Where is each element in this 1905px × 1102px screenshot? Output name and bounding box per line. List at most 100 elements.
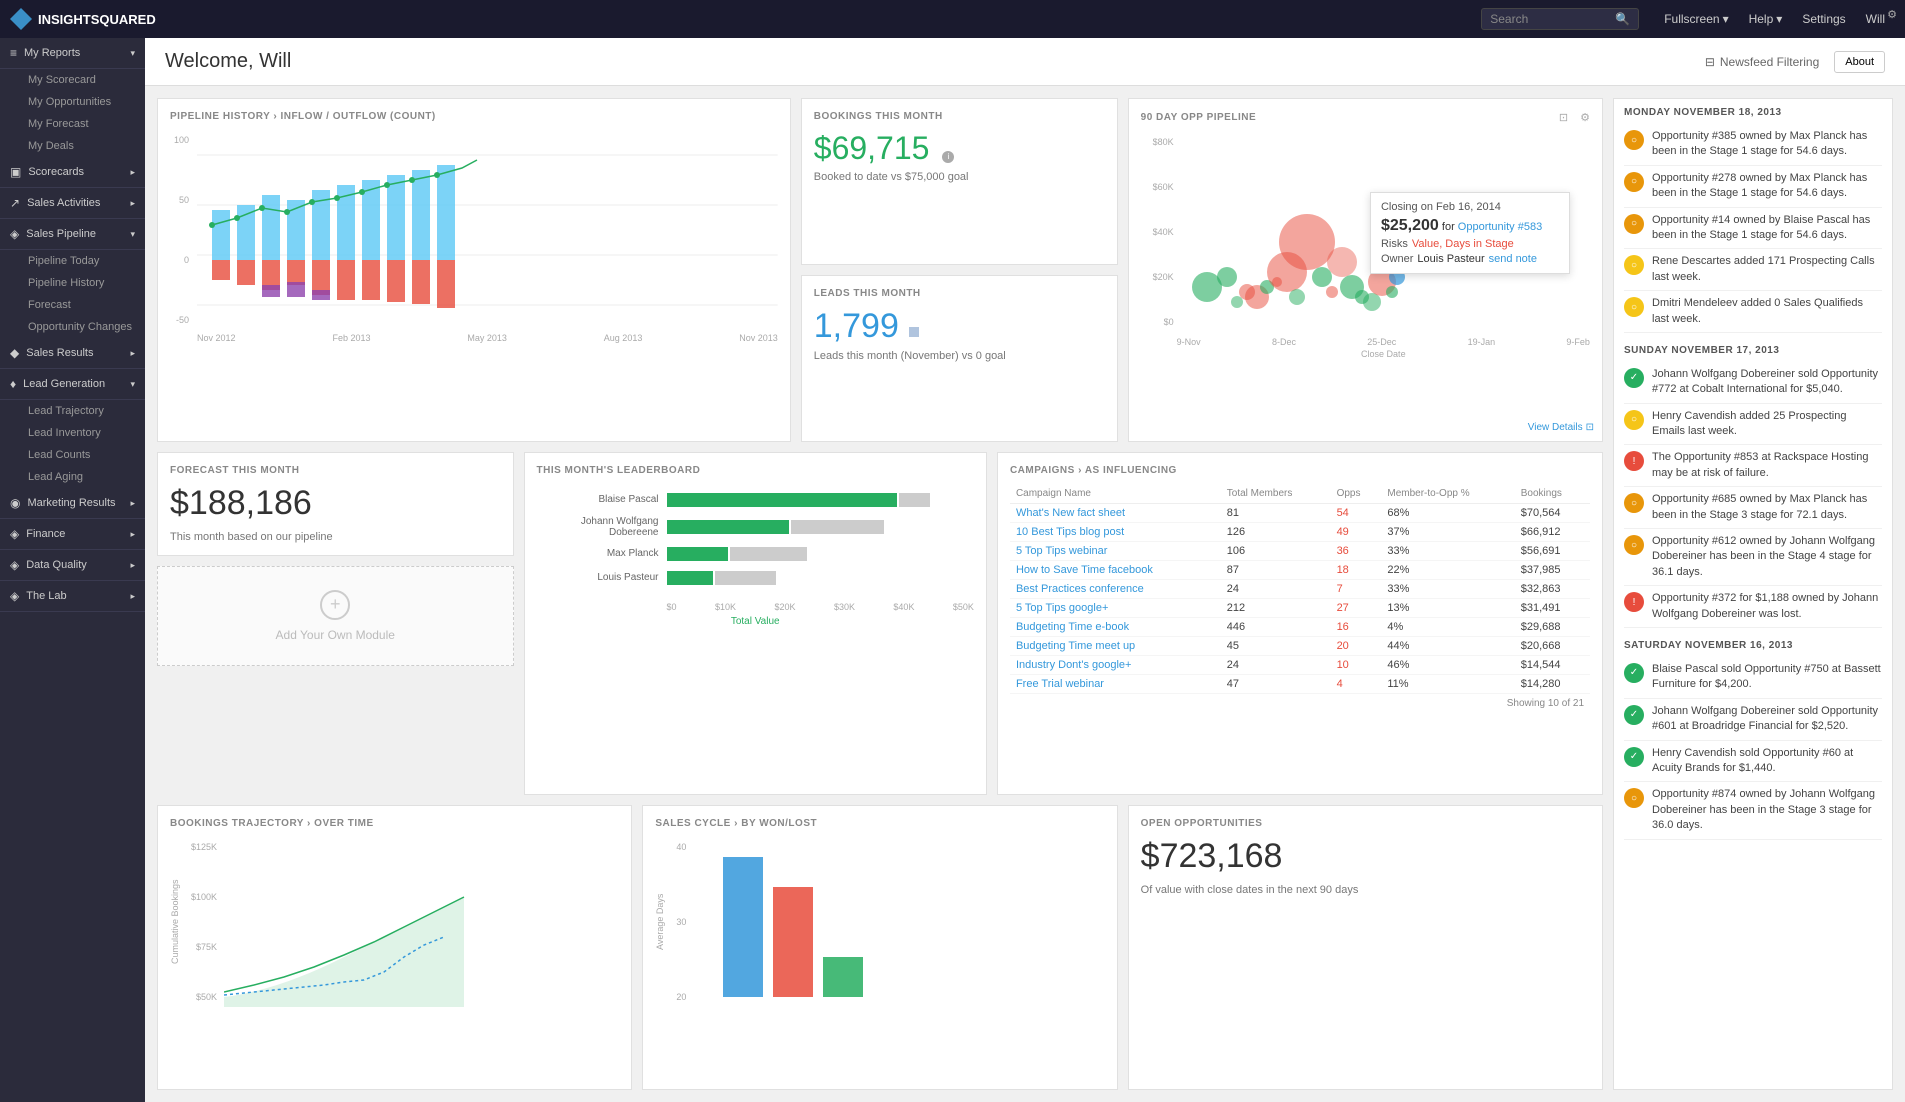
sidebar-item-lead-inventory[interactable]: Lead Inventory: [8, 422, 145, 444]
bookings-info-icon[interactable]: i: [942, 151, 954, 163]
lb-x-50k: $50K: [953, 602, 974, 612]
campaign-bookings-cell: $37,985: [1515, 560, 1590, 579]
sidebar-item-my-forecast[interactable]: My Forecast: [8, 113, 145, 135]
campaign-name-cell[interactable]: What's New fact sheet: [1010, 503, 1221, 522]
lead-generation-icon: ♦: [10, 377, 16, 391]
sidebar-sales-pipeline-header[interactable]: ◈ Sales Pipeline ▾: [0, 219, 145, 250]
newsfeed-dot: !: [1624, 451, 1644, 471]
campaign-opps-cell[interactable]: 7: [1331, 579, 1382, 598]
newsfeed-day-label: SATURDAY NOVEMBER 16, 2013: [1624, 640, 1882, 651]
campaign-name-cell[interactable]: How to Save Time facebook: [1010, 560, 1221, 579]
expand-icon[interactable]: ⊡: [1559, 111, 1568, 124]
bookings-amount: $69,715 i: [814, 130, 1105, 167]
campaign-pct-cell: 68%: [1381, 503, 1514, 522]
sidebar-sales-activities-header[interactable]: ↗ Sales Activities ▸: [0, 188, 145, 219]
add-module-card[interactable]: ⚙ + Add Your Own Module: [157, 566, 514, 666]
newsfeed-text: The Opportunity #853 at Rackspace Hostin…: [1652, 450, 1882, 481]
welcome-heading: Welcome, Will: [165, 50, 291, 73]
newsfeed-dot: ✓: [1624, 705, 1644, 725]
sidebar-data-quality-header[interactable]: ◈ Data Quality ▸: [0, 550, 145, 581]
gear-icon[interactable]: ⚙: [1580, 111, 1590, 124]
about-button[interactable]: About: [1834, 51, 1885, 73]
logo-text: INSIGHTSQUARED: [38, 12, 156, 27]
campaign-opps-cell[interactable]: 18: [1331, 560, 1382, 579]
sidebar-item-lead-aging[interactable]: Lead Aging: [8, 466, 145, 488]
tooltip-opportunity-link[interactable]: Opportunity #583: [1458, 221, 1542, 233]
campaign-name-cell[interactable]: Budgeting Time e-book: [1010, 617, 1221, 636]
campaign-name-cell[interactable]: Best Practices conference: [1010, 579, 1221, 598]
lb-x-20k: $20K: [774, 602, 795, 612]
sidebar-item-lead-counts[interactable]: Lead Counts: [8, 444, 145, 466]
tooltip-owner-row: Owner Louis Pasteur send note: [1381, 253, 1559, 265]
x-label-9feb: 9-Feb: [1566, 337, 1590, 347]
open-opps-card: OPEN OPPORTUNITIES $723,168 Of value wit…: [1128, 805, 1603, 1090]
search-input[interactable]: [1490, 12, 1610, 26]
x-label-feb2013: Feb 2013: [332, 333, 370, 343]
campaign-opps-cell[interactable]: 10: [1331, 655, 1382, 674]
campaign-opps-cell[interactable]: 16: [1331, 617, 1382, 636]
campaign-opps-cell[interactable]: 49: [1331, 522, 1382, 541]
campaign-name-cell[interactable]: 5 Top Tips google+: [1010, 598, 1221, 617]
newsfeed-item: ! The Opportunity #853 at Rackspace Hosti…: [1624, 445, 1882, 487]
sidebar-section-my-reports: ≡ My Reports ▾ My Scorecard My Opportuni…: [0, 38, 145, 157]
sidebar-lead-generation-header[interactable]: ♦ Lead Generation ▾: [0, 369, 145, 400]
pipeline-history-title: PIPELINE HISTORY › INFLOW / OUTFLOW (COU…: [170, 111, 778, 122]
campaign-name-cell[interactable]: Industry Dont's google+: [1010, 655, 1221, 674]
sidebar-section-lead-generation: ♦ Lead Generation ▾ Lead Trajectory Lead…: [0, 369, 145, 488]
sidebar-item-opportunity-changes[interactable]: Opportunity Changes: [8, 316, 145, 338]
campaign-opps-cell[interactable]: 20: [1331, 636, 1382, 655]
bookings-trajectory-card: BOOKINGS TRAJECTORY › OVER TIME Cumulati…: [157, 805, 632, 1090]
campaign-opps-cell[interactable]: 4: [1331, 674, 1382, 693]
sidebar-item-my-deals[interactable]: My Deals: [8, 135, 145, 157]
sidebar-marketing-results-header[interactable]: ◉ Marketing Results ▸: [0, 488, 145, 519]
campaign-name-cell[interactable]: 5 Top Tips webinar: [1010, 541, 1221, 560]
x-label-25dec: 25-Dec: [1367, 337, 1396, 347]
sidebar-finance-header[interactable]: ◈ Finance ▸: [0, 519, 145, 550]
sidebar-item-lead-trajectory[interactable]: Lead Trajectory: [8, 400, 145, 422]
campaign-name-cell[interactable]: 10 Best Tips blog post: [1010, 522, 1221, 541]
sidebar-my-reports-header[interactable]: ≡ My Reports ▾: [0, 38, 145, 69]
search-box[interactable]: 🔍: [1481, 8, 1639, 30]
tooltip-owner-name: Louis Pasteur: [1417, 253, 1484, 265]
campaign-pct-cell: 22%: [1381, 560, 1514, 579]
sidebar-section-the-lab: ◈ The Lab ▸: [0, 581, 145, 612]
newsfeed-label: Newsfeed Filtering: [1720, 55, 1819, 69]
chevron-down-icon2: ▾: [130, 229, 135, 240]
help-button[interactable]: Help ▾: [1739, 8, 1793, 30]
campaigns-header-row: Campaign Name Total Members Opps Member-…: [1010, 484, 1590, 504]
newsfeed-filter-button[interactable]: ⊟ Newsfeed Filtering: [1705, 55, 1819, 69]
lb-name-louis: Louis Pasteur: [537, 572, 667, 583]
newsfeed-item: !Opportunity #372 for $1,188 owned by Jo…: [1624, 586, 1882, 628]
campaign-name-cell[interactable]: Free Trial webinar: [1010, 674, 1221, 693]
fullscreen-button[interactable]: Fullscreen ▾: [1654, 8, 1738, 30]
sidebar-section-scorecards: ▣ Scorecards ▸: [0, 157, 145, 188]
sidebar-scorecards-header[interactable]: ▣ Scorecards ▸: [0, 157, 145, 188]
chevron-right-icon: ▸: [130, 167, 135, 178]
campaign-pct-cell: 46%: [1381, 655, 1514, 674]
view-details-link[interactable]: View Details ⊡: [1528, 422, 1594, 433]
campaign-opps-cell[interactable]: 54: [1331, 503, 1382, 522]
sidebar-the-lab-header[interactable]: ◈ The Lab ▸: [0, 581, 145, 612]
sidebar-sales-results-header[interactable]: ◆ Sales Results ▸: [0, 338, 145, 369]
sidebar-item-pipeline-history[interactable]: Pipeline History: [8, 272, 145, 294]
pipeline-history-chart: [197, 130, 778, 330]
chevron-right-icon2: ▸: [130, 198, 135, 209]
row3: BOOKINGS TRAJECTORY › OVER TIME Cumulati…: [157, 805, 1603, 1090]
campaign-opps-cell[interactable]: 27: [1331, 598, 1382, 617]
leaderboard-title: THIS MONTH'S LEADERBOARD: [537, 465, 974, 476]
settings-button[interactable]: Settings: [1792, 8, 1855, 30]
table-row: What's New fact sheet 81 54 68% $70,564: [1010, 503, 1590, 522]
dashboard: PIPELINE HISTORY › INFLOW / OUTFLOW (COU…: [145, 86, 1905, 1102]
tooltip-send-note[interactable]: send note: [1489, 253, 1537, 265]
campaign-opps-cell[interactable]: 36: [1331, 541, 1382, 560]
lb-bars-louis: [667, 570, 974, 586]
lb-row-max: Max Planck: [537, 546, 974, 562]
newsfeed-item: ○Opportunity #612 owned by Johann Wolfga…: [1624, 529, 1882, 586]
sidebar-item-my-scorecard[interactable]: My Scorecard: [8, 69, 145, 91]
newsfeed-text: Opportunity #278 owned by Max Planck has…: [1652, 171, 1882, 202]
campaign-name-cell[interactable]: Budgeting Time meet up: [1010, 636, 1221, 655]
sidebar-item-forecast[interactable]: Forecast: [8, 294, 145, 316]
newsfeed-item: ○Opportunity #874 owned by Johann Wolfga…: [1624, 782, 1882, 839]
sidebar-item-pipeline-today[interactable]: Pipeline Today: [8, 250, 145, 272]
sidebar-item-my-opportunities[interactable]: My Opportunities: [8, 91, 145, 113]
